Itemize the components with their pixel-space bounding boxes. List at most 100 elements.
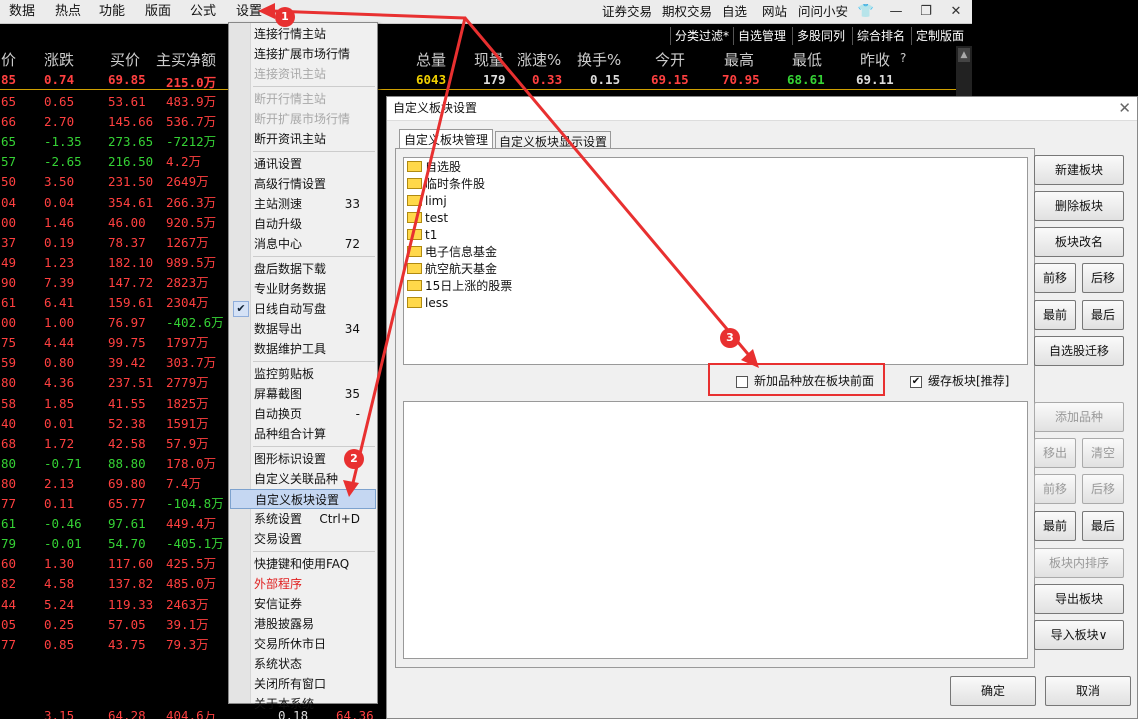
menu-item[interactable]: 系统状态 [230, 654, 376, 674]
menu-formula[interactable]: 公式 [190, 0, 216, 24]
menu-item[interactable]: 监控剪贴板 [230, 364, 376, 384]
menu-item[interactable]: 安信证券 [230, 594, 376, 614]
menu-item[interactable]: 通讯设置 [230, 154, 376, 174]
item-move-up-button[interactable]: 前移 [1034, 474, 1076, 504]
menu-item[interactable]: 连接资讯主站 [230, 64, 376, 84]
checkbox-box[interactable]: ✔ [910, 375, 922, 388]
block-tree-item[interactable]: 航空航天基金 [407, 261, 497, 278]
item-move-down-button[interactable]: 后移 [1082, 474, 1124, 504]
table-row[interactable]: 57 -2.65 216.50 4.2万 [0, 152, 230, 172]
scroll-up-icon[interactable]: ▲ [958, 48, 970, 62]
menu-item[interactable]: 断开资讯主站 [230, 129, 376, 149]
table-row[interactable]: 85 0.74 69.85 215.0万 6043 179 0.33 0.15 … [0, 70, 956, 90]
menu-data[interactable]: 数据 [9, 0, 35, 24]
custom-layout-button[interactable]: 定制版面 [911, 27, 968, 45]
table-row[interactable]: 77 0.11 65.77 -104.8万 [0, 494, 230, 514]
menu-item[interactable]: 品种组合计算 [230, 424, 376, 444]
block-tree-item[interactable]: less [407, 295, 448, 312]
block-tree-item[interactable]: limj [407, 193, 447, 210]
remove-item-button[interactable]: 移出 [1034, 438, 1076, 468]
col-high[interactable]: 最高 [724, 49, 754, 70]
delete-block-button[interactable]: 删除板块 [1034, 191, 1124, 221]
menu-item[interactable]: 消息中心 72 [230, 234, 376, 254]
table-row[interactable]: 40 0.01 52.38 1591万 [0, 414, 230, 434]
menu-item[interactable]: 专业财务数据 [230, 279, 376, 299]
col-current-volume[interactable]: 现量 [474, 49, 504, 70]
menu-item[interactable]: 主站测速 33 [230, 194, 376, 214]
table-row[interactable]: 75 4.44 99.75 1797万 [0, 333, 230, 353]
col-prev-close[interactable]: 昨收 [860, 49, 890, 70]
import-block-button[interactable]: 导入板块∨ [1034, 620, 1124, 650]
menu-item[interactable]: 自定义关联品种 [230, 469, 376, 489]
menu-layout[interactable]: 版面 [145, 0, 171, 24]
menu-item[interactable]: 连接扩展市场行情 [230, 44, 376, 64]
block-tree-item[interactable]: 15日上涨的股票 [407, 278, 512, 295]
minimize-icon[interactable]: — [886, 0, 906, 24]
table-row[interactable]: 04 0.04 354.61 266.3万 [0, 193, 230, 213]
move-first-button[interactable]: 最前 [1034, 300, 1076, 330]
table-row[interactable]: 49 1.23 182.10 989.5万 [0, 253, 230, 273]
menu-item[interactable]: 断开行情主站 [230, 89, 376, 109]
table-row[interactable]: 00 1.00 76.97 -402.6万 [0, 313, 230, 333]
menu-securities-trading[interactable]: 证券交易 [602, 0, 652, 24]
rename-block-button[interactable]: 板块改名 [1034, 227, 1124, 257]
watchlist-manage-button[interactable]: 自选管理 [733, 27, 790, 45]
block-tree[interactable]: 自选股 临时条件股 limj test t1 电子信息基金 航空航天基金 15日上涨的股票 le… [403, 157, 1028, 365]
add-item-button[interactable]: 添加品种 [1034, 402, 1124, 432]
block-tree-item[interactable]: 自选股 [407, 159, 461, 176]
menu-item[interactable]: 关闭所有窗口 [230, 674, 376, 694]
table-row[interactable]: 80 2.13 69.80 7.4万 [0, 474, 230, 494]
menu-item[interactable]: ✔ 日线自动写盘 [230, 299, 376, 319]
table-row[interactable]: 65 -1.35 273.65 -7212万 [0, 132, 230, 152]
menu-item[interactable]: 外部程序 [230, 574, 376, 594]
table-row[interactable]: 37 0.19 78.37 1267万 [0, 233, 230, 253]
block-tree-item[interactable]: t1 [407, 227, 437, 244]
close-icon[interactable]: ✕ [946, 0, 966, 24]
shirt-icon[interactable]: 👕 [856, 0, 876, 24]
menu-item[interactable]: 交易设置 [230, 529, 376, 549]
menu-item[interactable]: 关于本系统 [230, 694, 376, 714]
table-row[interactable]: 68 1.72 42.58 57.9万 [0, 434, 230, 454]
menu-ask-xiaoan[interactable]: 问问小安 [798, 0, 848, 24]
menu-item[interactable]: 盘后数据下载 [230, 259, 376, 279]
menu-function[interactable]: 功能 [99, 0, 125, 24]
menu-item[interactable]: 自动换页 - [230, 404, 376, 424]
table-row[interactable]: 66 2.70 145.66 536.7万 [0, 112, 230, 132]
menu-watchlist[interactable]: 自选 [722, 0, 747, 24]
menu-item[interactable]: 系统设置 Ctrl+D [230, 509, 376, 529]
menu-item[interactable]: 交易所休市日 [230, 634, 376, 654]
new-block-button[interactable]: 新建板块 [1034, 155, 1124, 185]
col-bid[interactable]: 买价 [110, 49, 140, 70]
table-row[interactable]: 61 -0.46 97.61 449.4万 [0, 514, 230, 534]
col-turnover[interactable]: 换手% [577, 49, 621, 70]
move-down-button[interactable]: 后移 [1082, 263, 1124, 293]
col-change[interactable]: 涨跌 [44, 49, 74, 70]
clear-items-button[interactable]: 清空 [1082, 438, 1124, 468]
composite-rank-button[interactable]: 综合排名 [852, 27, 909, 45]
ok-button[interactable]: 确定 [950, 676, 1036, 706]
cache-block-checkbox[interactable]: ✔ 缓存板块[推荐] [910, 374, 1009, 388]
menu-settings[interactable]: 设置 [236, 0, 262, 24]
menu-website[interactable]: 网站 [762, 0, 787, 24]
table-row[interactable]: 50 3.50 231.50 2649万 [0, 172, 230, 192]
item-move-last-button[interactable]: 最后 [1082, 511, 1124, 541]
table-row[interactable]: 77 0.85 43.75 79.3万 [0, 635, 230, 655]
menu-hotspot[interactable]: 热点 [55, 0, 81, 24]
restore-icon[interactable]: ❐ [916, 0, 936, 24]
table-row[interactable]: 05 0.25 57.05 39.1万 [0, 615, 230, 635]
block-tree-item[interactable]: test [407, 210, 448, 227]
col-price[interactable]: 价 [1, 49, 16, 70]
move-up-button[interactable]: 前移 [1034, 263, 1076, 293]
multi-stock-button[interactable]: 多股同列 [792, 27, 849, 45]
table-row[interactable]: 80 -0.71 88.80 178.0万 [0, 454, 230, 474]
table-row[interactable]: 00 1.46 46.00 920.5万 [0, 213, 230, 233]
table-row[interactable]: 82 4.58 137.82 485.0万 [0, 574, 230, 594]
col-low[interactable]: 最低 [792, 49, 822, 70]
menu-item[interactable]: 自定义板块设置 [230, 489, 376, 509]
menu-item[interactable]: 连接行情主站 [230, 24, 376, 44]
menu-item[interactable]: 数据导出 34 [230, 319, 376, 339]
menu-item[interactable]: 快捷键和使用FAQ [230, 554, 376, 574]
block-tree-item[interactable]: 临时条件股 [407, 176, 485, 193]
cancel-button[interactable]: 取消 [1045, 676, 1131, 706]
table-row[interactable]: 60 1.30 117.60 425.5万 [0, 554, 230, 574]
